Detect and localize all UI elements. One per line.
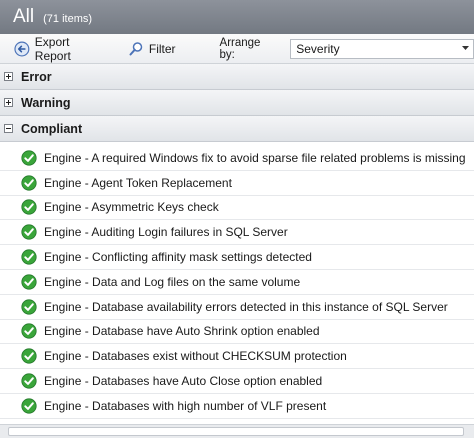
check-circle-icon [21, 373, 37, 389]
item-label: Engine - Databases have Auto Close optio… [44, 374, 323, 389]
item-label: Engine - A required Windows fix to avoid… [44, 150, 466, 165]
list-item[interactable]: Engine - Database availability errors de… [0, 295, 474, 320]
check-circle-icon [21, 175, 37, 191]
item-label: Engine - Databases with high number of V… [44, 398, 327, 413]
check-circle-icon [21, 323, 37, 340]
chevron-down-icon [462, 45, 469, 50]
check-circle-icon [21, 274, 37, 290]
item-label: Engine - Databases exist without CHECKSU… [44, 349, 347, 364]
arrange-by-dropdown[interactable]: Severity [290, 38, 474, 59]
check-circle-icon [21, 348, 37, 364]
item-label: Engine - Asymmetric Keys check [44, 200, 219, 215]
check-circle-icon [21, 299, 37, 315]
toolbar: Export Report Filter Arrange by: Severit… [0, 34, 474, 64]
filter-button[interactable]: Filter [128, 38, 176, 60]
item-label: Engine - Data and Log files on the same … [44, 274, 301, 289]
export-report-icon [14, 41, 30, 56]
list-item[interactable]: Engine - Databases have Auto Close optio… [0, 369, 474, 394]
check-circle-icon [21, 150, 37, 166]
item-label: Engine - Auditing Login failures in SQL … [44, 225, 288, 240]
item-count: (71 items) [43, 13, 93, 25]
item-label: Engine - Database availability errors de… [44, 299, 448, 314]
view-title: All [13, 6, 35, 27]
horizontal-scrollbar[interactable] [0, 424, 474, 438]
filter-label: Filter [148, 41, 176, 56]
group-label: Compliant [21, 121, 83, 136]
export-report-button[interactable]: Export Report [14, 34, 108, 63]
group-error[interactable]: Error [0, 64, 474, 90]
check-circle-icon [21, 249, 37, 265]
list-item[interactable]: Engine - A required Windows fix to avoid… [0, 146, 474, 171]
check-circle-icon [21, 224, 37, 240]
item-label: Engine - Agent Token Replacement [44, 175, 232, 190]
expand-icon[interactable] [4, 98, 13, 107]
list-item[interactable]: Engine - Database have Auto Shrink optio… [0, 320, 474, 345]
scrollbar-thumb[interactable] [8, 427, 464, 436]
list-item[interactable]: Engine - Databases with high number of V… [0, 394, 474, 419]
item-label: Engine - Conflicting affinity mask setti… [44, 250, 312, 265]
group-compliant[interactable]: Compliant [0, 116, 474, 142]
group-label: Error [21, 69, 52, 84]
item-label: Engine - Database have Auto Shrink optio… [44, 324, 320, 339]
list-item[interactable]: Engine - Agent Token Replacement [0, 171, 474, 196]
arrange-by-value: Severity [296, 41, 340, 56]
group-warning[interactable]: Warning [0, 90, 474, 116]
list-item[interactable]: Engine - Data and Log files on the same … [0, 270, 474, 295]
list-item[interactable]: Engine - Asymmetric Keys check [0, 196, 474, 221]
compliant-item-list: Engine - A required Windows fix to avoid… [0, 146, 474, 419]
check-circle-icon [21, 398, 37, 414]
check-circle-icon [21, 199, 37, 216]
collapse-icon[interactable] [4, 124, 13, 133]
arrange-by-label: Arrange by: [219, 36, 261, 61]
group-label: Warning [21, 95, 71, 110]
list-item[interactable]: Engine - Conflicting affinity mask setti… [0, 245, 474, 270]
expand-icon[interactable] [4, 72, 13, 81]
filter-icon [129, 41, 143, 55]
group-list: Error Warning Compliant [0, 64, 474, 142]
list-item[interactable]: Engine - Auditing Login failures in SQL … [0, 220, 474, 246]
export-report-label: Export Report [34, 34, 71, 63]
list-item[interactable]: Engine - Databases exist without CHECKSU… [0, 344, 474, 370]
view-header: All (71 items) [0, 0, 474, 34]
